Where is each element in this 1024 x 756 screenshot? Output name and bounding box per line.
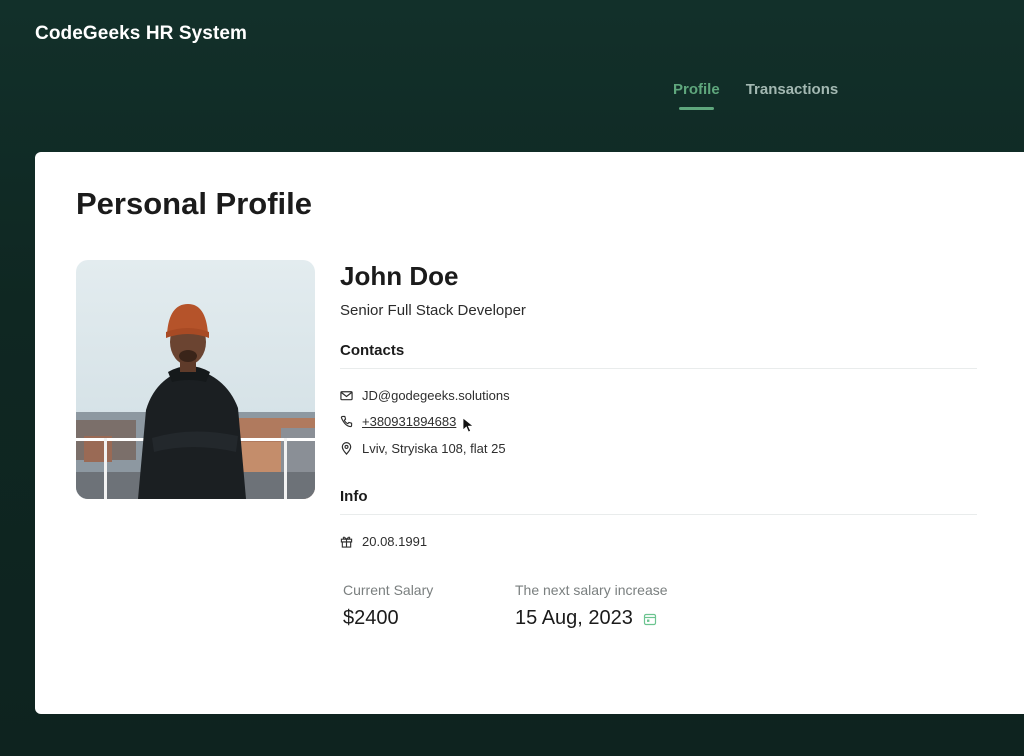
salary-section: Current Salary $2400 The next salary inc…: [343, 582, 977, 630]
contact-list: JD@godegeeks.solutions +380931894683 Lvi…: [340, 382, 977, 462]
tab-profile[interactable]: Profile: [673, 81, 720, 110]
phone-link[interactable]: +380931894683: [362, 414, 456, 429]
phone-icon: [340, 415, 362, 428]
birth-date-row: 20.08.1991: [340, 529, 977, 556]
next-increase: The next salary increase 15 Aug, 2023: [515, 582, 815, 630]
next-increase-value: 15 Aug, 2023: [515, 607, 633, 629]
address-row: Lviv, Stryiska 108, flat 25: [340, 435, 977, 462]
profile-card: Personal Profile John Doe Senior Full St…: [35, 152, 1024, 714]
phone-row: +380931894683: [340, 409, 977, 436]
app-title: CodeGeeks HR System: [35, 23, 248, 44]
next-increase-row: 15 Aug, 2023: [515, 607, 815, 630]
info-heading: Info: [340, 488, 977, 515]
current-salary-value: $2400: [343, 607, 399, 629]
employee-role: Senior Full Stack Developer: [340, 302, 526, 319]
calendar-icon[interactable]: [643, 612, 657, 626]
current-salary-label: Current Salary: [343, 582, 434, 598]
birth-date-value: 20.08.1991: [362, 534, 428, 550]
gift-icon: [340, 535, 362, 548]
app-window: CodeGeeks HR System Profile Transactions…: [0, 0, 1024, 756]
current-salary: Current Salary $2400: [343, 582, 515, 630]
email-row: JD@godegeeks.solutions: [340, 382, 977, 409]
page-title: Personal Profile: [76, 186, 313, 221]
top-nav: Profile Transactions: [673, 81, 838, 110]
employee-name: John Doe: [340, 261, 459, 291]
location-pin-icon: [340, 441, 362, 455]
mail-icon: [340, 389, 362, 402]
address-value: Lviv, Stryiska 108, flat 25: [362, 440, 506, 456]
next-increase-label: The next salary increase: [515, 582, 668, 598]
profile-info: John Doe Senior Full Stack Developer Con…: [340, 260, 977, 630]
mouse-cursor-icon: [462, 416, 476, 433]
tab-transactions[interactable]: Transactions: [746, 81, 839, 110]
profile-photo: [76, 260, 315, 499]
email-value[interactable]: JD@godegeeks.solutions: [362, 388, 510, 403]
contacts-heading: Contacts: [340, 342, 977, 369]
